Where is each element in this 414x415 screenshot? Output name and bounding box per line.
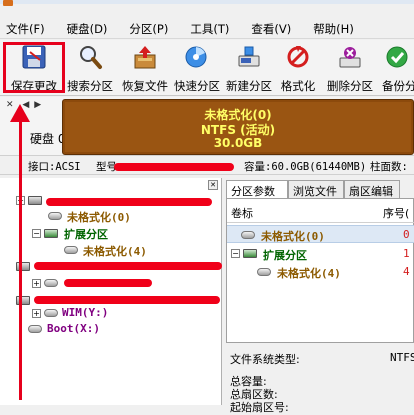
recover-files-label: 恢复文件 <box>122 79 168 93</box>
search-partition-button[interactable]: 搜索分区 <box>62 40 118 96</box>
disk1-name-redaction <box>34 262 222 270</box>
partition-icon <box>241 231 255 239</box>
partition-icon <box>44 309 58 317</box>
table-row[interactable]: 未格式化(4) 4 <box>227 263 414 281</box>
col-seq: 序号( <box>383 207 410 220</box>
menu-file[interactable]: 文件(F) <box>6 21 45 37</box>
disk-info-line: 接口:ACSI 型号: 容量:60.0GB(61440MB) 柱面数: <box>0 155 414 175</box>
tree-expander-disk1[interactable]: + <box>32 279 41 288</box>
disk-tree: ✕ − 未格式化(0) − 扩展分区 未格式化(4) + + WIM(Y:) B… <box>0 178 222 405</box>
disk-label: 硬盘 0 <box>30 132 66 146</box>
tree-expander-wim[interactable]: + <box>32 309 41 318</box>
tree-expander-extended[interactable]: − <box>32 229 41 238</box>
tab-browse-files[interactable]: 浏览文件 <box>288 180 344 198</box>
tab-sector-edit[interactable]: 扇区编辑 <box>344 180 400 198</box>
row-seq: 4 <box>403 265 410 278</box>
menu-bar: 文件(F) 硬盘(D) 分区(P) 工具(T) 查看(V) 帮助(H) <box>0 19 414 39</box>
partition-icon <box>44 279 58 287</box>
extended-icon <box>44 229 58 238</box>
format-slash-icon <box>287 46 309 68</box>
row-name: 未格式化(4) <box>277 267 341 280</box>
magnifier-icon <box>80 46 102 69</box>
new-partition-icon <box>238 46 260 67</box>
partition-icon <box>28 325 42 333</box>
recover-box-icon <box>134 46 156 69</box>
save-highlight-frame <box>3 42 65 93</box>
disk0-name-redaction <box>46 198 212 206</box>
cylinders-label: 柱面数: <box>370 161 408 173</box>
app-icon <box>3 0 13 6</box>
model-redaction <box>114 163 234 171</box>
delete-partition-button[interactable]: 删除分区 <box>320 40 380 96</box>
tree-extended[interactable]: 扩展分区 <box>64 226 108 242</box>
new-partition-label: 新建分区 <box>226 79 272 93</box>
capacity-info: 容量:60.0GB(61440MB) <box>244 161 367 173</box>
quick-partition-button[interactable]: 快速分区 <box>172 40 222 96</box>
disk-icon <box>28 196 42 205</box>
table-row[interactable]: − 扩展分区 1 <box>227 245 414 263</box>
menu-view[interactable]: 查看(V) <box>251 21 291 37</box>
menu-disk[interactable]: 硬盘(D) <box>67 21 108 37</box>
partition-table: 卷标 序号( 未格式化(0) 0 − 扩展分区 1 未格式化(4) 4 <box>226 198 414 343</box>
fs-type-value: NTFS <box>390 351 414 364</box>
table-row[interactable]: 未格式化(0) 0 <box>227 225 414 243</box>
new-partition-button[interactable]: 新建分区 <box>222 40 276 96</box>
tab-partition-params[interactable]: 分区参数 <box>226 180 288 199</box>
interface-info: 接口:ACSI <box>28 161 81 173</box>
format-label: 格式化 <box>280 79 316 93</box>
row-name: 扩展分区 <box>263 249 307 262</box>
disk1-part-redaction <box>64 279 152 287</box>
partition-icon <box>257 268 271 276</box>
partition-bar[interactable]: 未格式化(0) NTFS (活动) 30.0GB <box>62 99 414 155</box>
row-expander[interactable]: − <box>231 249 240 258</box>
partition-bar-size: 30.0GB <box>213 136 263 150</box>
tree-close-icon[interactable]: ✕ <box>208 180 218 190</box>
backup-partition-label: 备份分 <box>382 79 414 93</box>
tree-part4[interactable]: 未格式化(4) <box>83 243 147 259</box>
recover-files-button[interactable]: 恢复文件 <box>118 40 172 96</box>
menu-tools[interactable]: 工具(T) <box>190 21 229 37</box>
fs-info-panel: 文件系统类型: NTFS 总容量: 总扇区数: 起始扇区号: <box>226 345 414 414</box>
menu-help[interactable]: 帮助(H) <box>313 21 354 37</box>
backup-partition-button[interactable]: 备份分 <box>380 40 414 96</box>
row-seq: 0 <box>403 228 410 241</box>
format-button[interactable]: 格式化 <box>276 40 320 96</box>
nav-next-icon[interactable]: ▶ <box>34 100 41 110</box>
partition-icon <box>48 212 62 220</box>
fs-start-label: 起始扇区号: <box>230 401 289 414</box>
title-strip <box>0 0 414 4</box>
search-partition-label: 搜索分区 <box>67 79 113 93</box>
fs-type-label: 文件系统类型: <box>230 353 300 366</box>
quick-partition-icon <box>185 46 207 68</box>
tree-wim[interactable]: WIM(Y:) <box>62 306 108 319</box>
row-seq: 1 <box>403 247 410 260</box>
tree-part0[interactable]: 未格式化(0) <box>67 209 131 225</box>
partition-table-header: 卷标 序号( <box>227 199 414 223</box>
col-label: 卷标 <box>231 207 253 220</box>
backup-icon <box>386 46 408 68</box>
row-name: 未格式化(0) <box>261 230 325 243</box>
delete-partition-icon <box>339 47 361 68</box>
delete-partition-label: 删除分区 <box>327 79 373 93</box>
annotation-arrow-shaft <box>19 118 22 400</box>
tree-boot[interactable]: Boot(X:) <box>47 322 100 335</box>
partition-icon <box>64 246 78 254</box>
disk2-name-redaction <box>34 296 220 304</box>
extended-icon <box>243 249 257 258</box>
quick-partition-label: 快速分区 <box>174 79 220 93</box>
menu-partition[interactable]: 分区(P) <box>129 21 168 37</box>
